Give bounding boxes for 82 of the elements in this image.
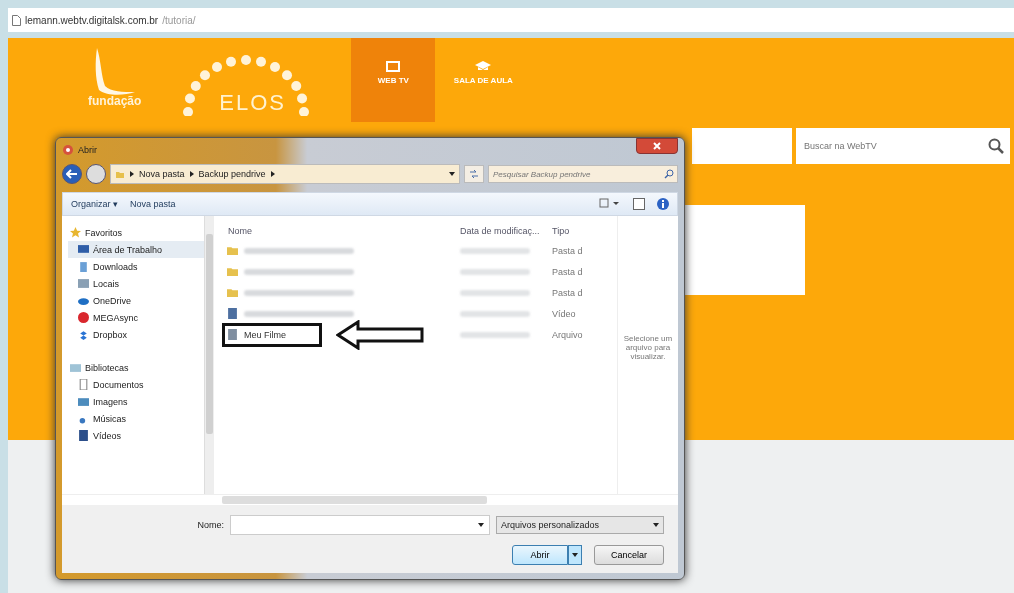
caret-icon — [572, 553, 578, 557]
blurred-text — [460, 331, 530, 338]
image-icon — [78, 396, 89, 407]
scrollbar[interactable] — [204, 216, 214, 494]
search-field[interactable]: Buscar na WebTV — [796, 128, 1010, 164]
sidebar-item[interactable]: Bibliotecas — [68, 359, 204, 376]
filetype-dropdown[interactable]: Arquivos personalizados — [496, 516, 664, 534]
field-label: Nome: — [197, 520, 224, 530]
document-icon — [78, 379, 89, 390]
desktop-icon — [78, 244, 89, 255]
sidebar-item[interactable]: Locais — [68, 275, 204, 292]
file-type: Pasta d — [552, 287, 584, 298]
sidebar-item[interactable]: Vídeos — [68, 427, 204, 444]
blurred-text — [460, 247, 530, 254]
preview-pane-icon[interactable] — [633, 198, 645, 210]
file-icon — [227, 329, 238, 340]
caret-icon[interactable] — [478, 523, 484, 527]
logo-text: fundação — [88, 94, 142, 108]
sidebar-item[interactable]: Músicas — [68, 410, 204, 427]
folder-icon — [115, 169, 125, 179]
sidebar-item[interactable]: MEGAsync — [68, 309, 204, 326]
forward-button[interactable] — [86, 164, 106, 184]
column-header[interactable]: Nome — [228, 226, 460, 236]
caret-icon — [653, 523, 659, 527]
url-host: lemann.webtv.digitalsk.com.br — [25, 14, 159, 26]
filename-field[interactable] — [230, 515, 490, 535]
search-icon[interactable] — [988, 138, 1004, 154]
chevron-icon — [189, 171, 194, 177]
cloud-icon — [78, 295, 89, 306]
open-button[interactable]: Abrir — [512, 545, 568, 565]
scrollbar[interactable] — [62, 494, 678, 505]
chevron-icon — [130, 171, 134, 177]
page-icon — [12, 14, 21, 26]
cancel-button[interactable]: Cancelar — [594, 545, 664, 565]
sidebar-item[interactable]: Área de Trabalho — [68, 241, 204, 258]
file-type: Pasta d — [552, 245, 584, 256]
back-button[interactable] — [62, 164, 82, 184]
tv-icon — [386, 60, 401, 72]
close-icon — [653, 142, 661, 150]
address-bar[interactable]: lemann.webtv.digitalsk.com.br /tutoria/ — [8, 8, 1014, 32]
file-type: Vídeo — [552, 308, 577, 319]
breadcrumb-item[interactable]: Nova pasta — [139, 169, 185, 179]
dropbox-icon — [78, 329, 89, 340]
search-field[interactable]: Pesquisar Backup pendrive — [488, 165, 678, 183]
sidebar-item[interactable]: Downloads — [68, 258, 204, 275]
file-type: Pasta d — [552, 266, 584, 277]
folder-icon — [227, 266, 238, 277]
blurred-text — [460, 268, 530, 275]
column-header[interactable]: Data de modificaç... — [460, 226, 552, 236]
sidebar-item[interactable]: Imagens — [68, 393, 204, 410]
refresh-icon — [469, 168, 479, 179]
help-icon[interactable] — [657, 198, 669, 210]
toolbar-button[interactable]: Organizar ▾ — [71, 199, 119, 209]
close-button[interactable] — [636, 138, 678, 154]
blurred-text — [460, 310, 530, 317]
sidebar-item[interactable]: Documentos — [68, 376, 204, 393]
file-item[interactable]: Meu Filme — [222, 322, 322, 347]
back-arrow-icon — [66, 169, 78, 179]
open-options-button[interactable] — [568, 545, 582, 565]
graduation-cap-icon — [474, 60, 493, 72]
sidebar-item[interactable]: OneDrive — [68, 292, 204, 309]
breadcrumb-item[interactable]: Backup pendrive — [198, 169, 266, 179]
folder-icon — [227, 287, 238, 298]
blurred-text — [460, 289, 530, 296]
star-icon — [70, 227, 81, 238]
chevron-icon — [270, 171, 275, 177]
sidebar-item[interactable]: Favoritos — [68, 224, 204, 241]
breadcrumb-bar[interactable]: Nova pasta Backup pendrive — [110, 164, 460, 184]
library-icon — [70, 362, 81, 373]
folder-icon — [227, 245, 238, 256]
sidebar-item[interactable]: Dropbox — [68, 326, 204, 343]
view-icon[interactable] — [599, 198, 621, 210]
toolbar-button[interactable]: Nova pasta — [130, 199, 176, 209]
elos-logo: ELOS — [181, 38, 312, 122]
preview-hint: Selecione um arquivo para visualizar. — [622, 334, 674, 361]
search-icon[interactable] — [664, 169, 674, 179]
url-path: /tutoria/ — [162, 14, 196, 26]
window-title: Abrir — [78, 145, 98, 155]
app-icon — [62, 144, 74, 156]
file-type: Arquivo — [552, 329, 584, 340]
column-header[interactable]: Tipo — [552, 226, 598, 236]
caret-icon[interactable] — [449, 172, 455, 176]
